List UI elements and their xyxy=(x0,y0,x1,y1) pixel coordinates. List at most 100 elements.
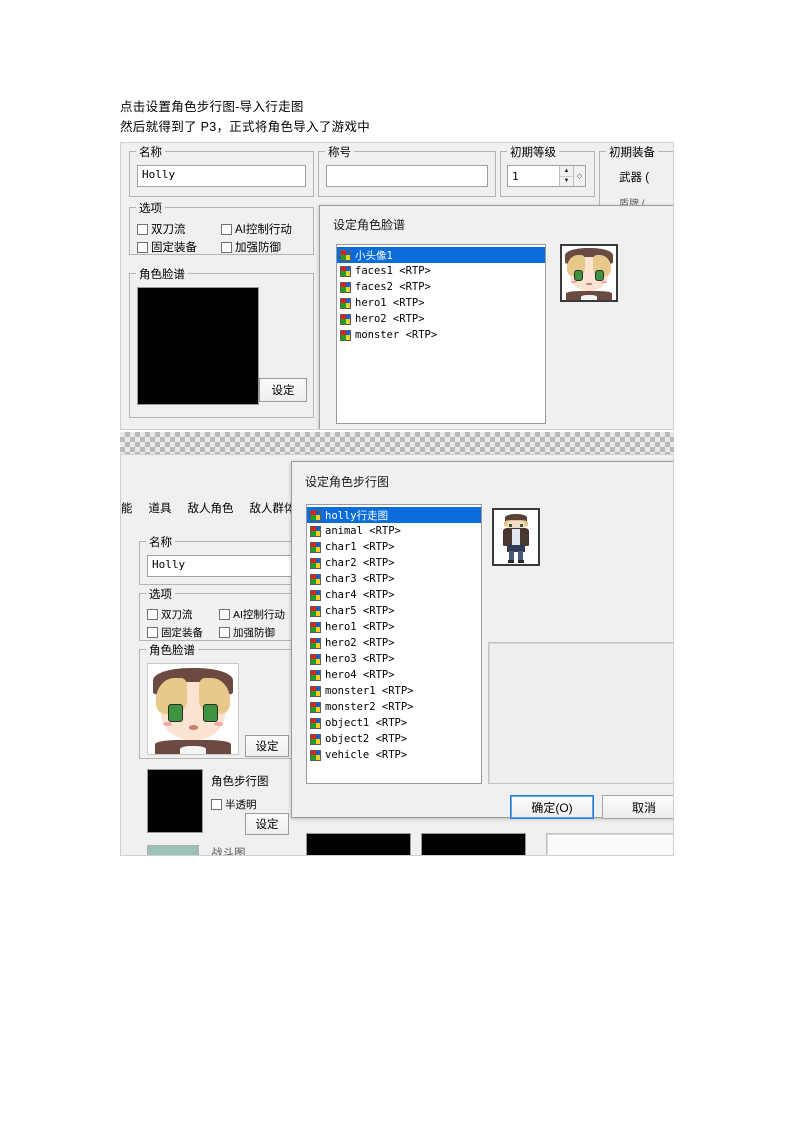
tab-items[interactable]: 道具 xyxy=(149,500,172,516)
list-item-label: char5 <RTP> xyxy=(325,605,395,617)
list-item[interactable]: object1 <RTP> xyxy=(307,715,481,731)
list-item[interactable]: animal <RTP> xyxy=(307,523,481,539)
list-item-label: monster <RTP> xyxy=(355,329,438,341)
stepper-down-icon[interactable]: ▼ xyxy=(560,177,573,187)
name-group-title: 名称 xyxy=(136,144,165,160)
list-item-label: animal <RTP> xyxy=(325,525,401,537)
list-item[interactable]: hero2 <RTP> xyxy=(307,635,481,651)
list-item[interactable]: holly行走图 xyxy=(307,507,481,523)
list-item[interactable]: hero1 <RTP> xyxy=(307,619,481,635)
option-label: AI控制行动 xyxy=(235,224,292,236)
name-input[interactable]: Holly xyxy=(147,555,293,577)
list-item-label: object1 <RTP> xyxy=(325,717,408,729)
face-set-button[interactable]: 设定 xyxy=(245,735,289,757)
list-item[interactable]: hero4 <RTP> xyxy=(307,667,481,683)
name-input[interactable]: Holly xyxy=(137,165,306,187)
option-ai-control[interactable]: AI控制行动 xyxy=(219,607,285,622)
clipped-preview-box-1 xyxy=(306,833,411,855)
checkbox-icon[interactable] xyxy=(137,241,148,253)
option-fixed-equipment[interactable]: 固定装备 xyxy=(147,625,203,640)
list-item[interactable]: char5 <RTP> xyxy=(307,603,481,619)
file-icon xyxy=(310,589,321,601)
list-item[interactable]: hero3 <RTP> xyxy=(307,651,481,667)
list-item-label: object2 <RTP> xyxy=(325,733,408,745)
option-translucent[interactable]: 半透明 xyxy=(211,797,257,812)
list-item[interactable]: hero2 <RTP> xyxy=(337,311,545,327)
walk-list[interactable]: holly行走图 animal <RTP> char1 <RTP> char2 … xyxy=(306,504,482,784)
option-ai-control[interactable]: AI控制行动 xyxy=(221,221,292,237)
title-input[interactable] xyxy=(326,165,488,187)
checkbox-icon[interactable] xyxy=(211,799,222,810)
option-label: 双刀流 xyxy=(151,224,186,236)
list-item[interactable]: object2 <RTP> xyxy=(307,731,481,747)
stepper-extra-icon[interactable]: ◇ xyxy=(573,166,585,186)
list-item-label: char3 <RTP> xyxy=(325,573,395,585)
list-item-label: hero2 <RTP> xyxy=(325,637,395,649)
list-item[interactable]: monster <RTP> xyxy=(337,327,545,343)
tab-enemy-groups[interactable]: 敌人群体 xyxy=(250,500,296,516)
checkbox-icon[interactable] xyxy=(219,609,230,620)
battler-preview-swatch xyxy=(147,845,199,855)
list-item[interactable]: char2 <RTP> xyxy=(307,555,481,571)
screenshot-character-walk: 能 道具 敌人角色 敌人群体 名称 Holly 选项 双刀流 AI控制行动 固定… xyxy=(120,454,674,856)
tab-skills[interactable]: 能 xyxy=(121,500,133,516)
checkbox-icon[interactable] xyxy=(221,241,232,253)
character-face-group-title: 角色脸谱 xyxy=(136,266,188,282)
file-icon xyxy=(310,541,321,553)
file-icon xyxy=(340,281,351,293)
list-item-label: hero2 <RTP> xyxy=(355,313,425,325)
stepper-up-icon[interactable]: ▲ xyxy=(560,166,573,177)
face-list[interactable]: 小头像1 faces1 <RTP> faces2 <RTP> hero1 <RT… xyxy=(336,244,546,424)
tab-enemies[interactable]: 敌人角色 xyxy=(188,500,234,516)
option-strong-defense[interactable]: 加强防御 xyxy=(221,239,281,255)
list-item-label: hero1 <RTP> xyxy=(355,297,425,309)
list-item[interactable]: monster2 <RTP> xyxy=(307,699,481,715)
option-fixed-equipment[interactable]: 固定装备 xyxy=(137,239,197,255)
file-icon xyxy=(340,265,351,277)
list-item[interactable]: char1 <RTP> xyxy=(307,539,481,555)
options-group-title: 选项 xyxy=(146,586,175,602)
option-dual-wield[interactable]: 双刀流 xyxy=(137,221,186,237)
option-dual-wield[interactable]: 双刀流 xyxy=(147,607,193,622)
list-item[interactable]: faces2 <RTP> xyxy=(337,279,545,295)
ok-button[interactable]: 确定(O) xyxy=(510,795,594,819)
list-item[interactable]: monster1 <RTP> xyxy=(307,683,481,699)
file-icon xyxy=(310,605,321,617)
screenshot-character-face: 名称 Holly 称号 初期等级 1 ▲ ▼ ◇ 初期装备 武器 ( 盾牌 ( … xyxy=(120,142,674,430)
file-icon xyxy=(310,717,321,729)
cancel-button[interactable]: 取消 xyxy=(602,795,673,819)
list-item[interactable]: char3 <RTP> xyxy=(307,571,481,587)
list-item-label: vehicle <RTP> xyxy=(325,749,408,761)
list-item[interactable]: faces1 <RTP> xyxy=(337,263,545,279)
list-item-label: char2 <RTP> xyxy=(325,557,395,569)
file-icon xyxy=(310,557,321,569)
checkbox-icon[interactable] xyxy=(147,627,158,638)
file-icon xyxy=(310,669,321,681)
list-item-label: faces1 <RTP> xyxy=(355,265,431,277)
options-group-title: 选项 xyxy=(136,200,165,216)
list-item[interactable]: vehicle <RTP> xyxy=(307,747,481,763)
face-set-button[interactable]: 设定 xyxy=(259,378,307,402)
walk-set-button[interactable]: 设定 xyxy=(245,813,289,835)
option-label: AI控制行动 xyxy=(233,609,285,621)
stepper-arrows[interactable]: ▲ ▼ xyxy=(559,166,573,186)
file-icon xyxy=(310,749,321,761)
list-item-label: hero1 <RTP> xyxy=(325,621,395,633)
option-label: 双刀流 xyxy=(161,609,193,621)
checkbox-icon[interactable] xyxy=(147,609,158,620)
initial-level-stepper[interactable]: 1 ▲ ▼ ◇ xyxy=(507,165,586,187)
face-dialog-title: 设定角色脸谱 xyxy=(333,218,406,232)
file-icon xyxy=(340,313,351,325)
option-strong-defense[interactable]: 加强防御 xyxy=(219,625,275,640)
checkbox-icon[interactable] xyxy=(219,627,230,638)
list-item[interactable]: hero1 <RTP> xyxy=(337,295,545,311)
list-item[interactable]: char4 <RTP> xyxy=(307,587,481,603)
walk-dialog-title: 设定角色步行图 xyxy=(305,475,390,489)
list-item-label: char4 <RTP> xyxy=(325,589,395,601)
checkbox-icon[interactable] xyxy=(221,223,232,235)
checkbox-icon[interactable] xyxy=(137,223,148,235)
face-preview-image xyxy=(147,663,239,755)
file-icon xyxy=(310,573,321,585)
clipped-preview-panel xyxy=(546,833,673,855)
list-item[interactable]: 小头像1 xyxy=(337,247,545,263)
